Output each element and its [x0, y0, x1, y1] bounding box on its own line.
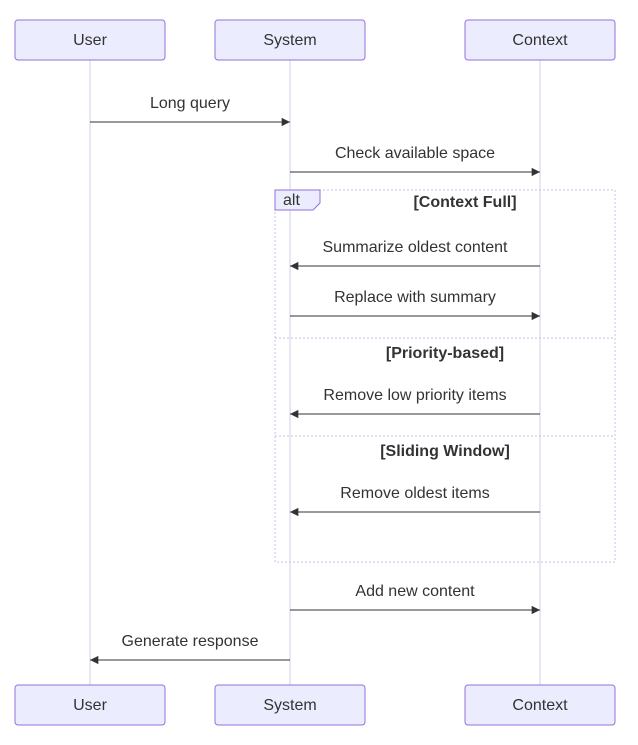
actor-user-label-bottom: User	[73, 697, 107, 714]
sequence-diagram: User System Context Long query Check ava…	[0, 0, 638, 745]
actor-system-label: System	[263, 32, 316, 49]
alt-cond-3: [Sliding Window]	[380, 443, 510, 460]
alt-cond-2: [Priority-based]	[386, 345, 504, 362]
alt-keyword: alt	[283, 192, 300, 209]
msg-check-space-label: Check available space	[335, 145, 495, 162]
actor-user-top: User	[15, 20, 165, 60]
actor-system-bottom: System	[215, 685, 365, 725]
msg-remove-priority-label: Remove low priority items	[323, 387, 506, 404]
msg-replace-label: Replace with summary	[334, 289, 496, 306]
actor-system-label-bottom: System	[263, 697, 316, 714]
actor-context-bottom: Context	[465, 685, 615, 725]
actor-context-label-bottom: Context	[512, 697, 568, 714]
actor-user-bottom: User	[15, 685, 165, 725]
alt-cond-1: [Context Full]	[413, 194, 516, 211]
msg-long-query-label: Long query	[150, 95, 230, 112]
actor-context-top: Context	[465, 20, 615, 60]
msg-summarize-label: Summarize oldest content	[323, 239, 509, 256]
msg-remove-oldest-label: Remove oldest items	[340, 485, 489, 502]
msg-generate-response-label: Generate response	[122, 633, 259, 650]
msg-add-content-label: Add new content	[355, 583, 475, 600]
actor-user-label: User	[73, 32, 107, 49]
actor-context-label: Context	[512, 32, 568, 49]
actor-system-top: System	[215, 20, 365, 60]
